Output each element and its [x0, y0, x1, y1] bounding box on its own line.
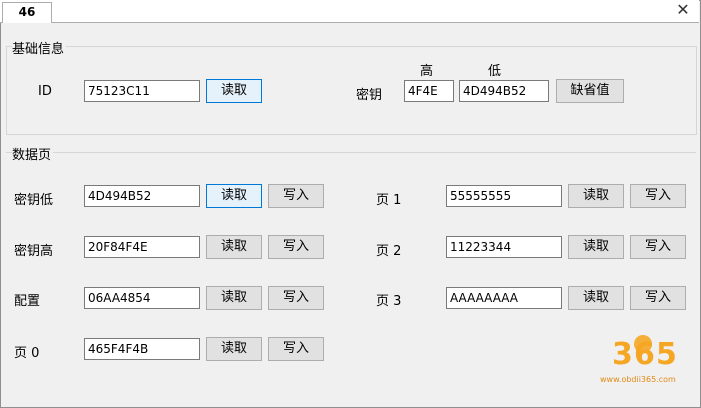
page-write-button-page1[interactable]: 写入	[630, 184, 686, 208]
id-read-button[interactable]: 读取	[206, 79, 262, 103]
page-input-config[interactable]: 06AA4854	[84, 287, 200, 309]
page-read-button-page3[interactable]: 读取	[568, 286, 624, 310]
key-high-input[interactable]: 4F4E	[404, 80, 454, 102]
page-label-page1: 页 1	[376, 193, 402, 208]
page-input-key-high[interactable]: 20F84F4E	[84, 236, 200, 258]
page-input-page1[interactable]: 55555555	[446, 185, 562, 207]
basic-group-title: 基础信息	[12, 38, 67, 57]
tab-strip: 46 ✕	[0, 0, 699, 23]
page-input-page3[interactable]: AAAAAAAA	[446, 287, 562, 309]
watermark-digit-5: 5	[656, 337, 677, 372]
watermark-digit-6: 6	[634, 337, 655, 372]
page-label-key-low: 密钥低	[14, 193, 54, 208]
page-read-button-config[interactable]: 读取	[206, 286, 262, 310]
page-label-page0: 页 0	[14, 346, 40, 361]
page-write-button-config[interactable]: 写入	[268, 286, 324, 310]
watermark-logo: 3 6 5 www.obdii365.com	[600, 335, 677, 384]
page-write-button-page3[interactable]: 写入	[630, 286, 686, 310]
watermark-url: www.obdii365.com	[600, 375, 676, 384]
page-read-button-key-low[interactable]: 读取	[206, 184, 262, 208]
page-label-page2: 页 2	[376, 244, 402, 259]
page-input-key-low[interactable]: 4D494B52	[84, 185, 200, 207]
page-read-button-page0[interactable]: 读取	[206, 337, 262, 361]
close-icon[interactable]: ✕	[675, 2, 691, 18]
key-label: 密钥	[356, 88, 383, 103]
page-write-button-page0[interactable]: 写入	[268, 337, 324, 361]
page-label-page3: 页 3	[376, 294, 402, 309]
page-input-page0[interactable]: 465F4F4B	[84, 338, 200, 360]
tab-46[interactable]: 46	[2, 2, 52, 23]
key-high-header: 高	[420, 64, 434, 79]
key-low-input[interactable]: 4D494B52	[459, 80, 549, 102]
page-write-button-key-high[interactable]: 写入	[268, 235, 324, 259]
id-label: ID	[38, 84, 52, 99]
key-low-header: 低	[488, 64, 502, 79]
page-read-button-page1[interactable]: 读取	[568, 184, 624, 208]
page-read-button-key-high[interactable]: 读取	[206, 235, 262, 259]
default-button[interactable]: 缺省值	[556, 79, 624, 103]
pages-group-title: 数据页	[12, 144, 54, 163]
watermark-digit-3: 3	[612, 337, 633, 372]
page-input-page2[interactable]: 11223344	[446, 236, 562, 258]
page-read-button-page2[interactable]: 读取	[568, 235, 624, 259]
id-input[interactable]: 75123C11	[84, 80, 200, 102]
page-label-key-high: 密钥高	[14, 244, 54, 259]
pages-group-border	[6, 152, 696, 153]
page-write-button-key-low[interactable]: 写入	[268, 184, 324, 208]
page-write-button-page2[interactable]: 写入	[630, 235, 686, 259]
page-label-config: 配置	[14, 294, 41, 309]
